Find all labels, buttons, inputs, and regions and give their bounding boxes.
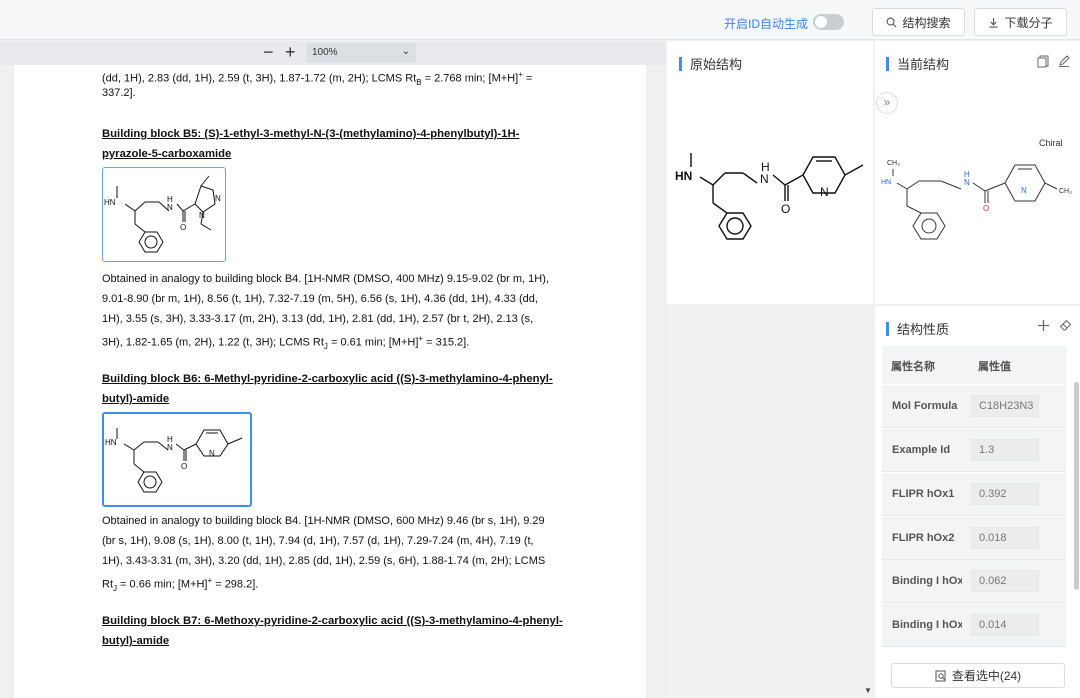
title-accent-bar (886, 56, 889, 71)
b6-heading-cont: butyl)-amide (102, 393, 170, 405)
auto-id-toggle[interactable] (813, 14, 844, 30)
current-structure-drawing[interactable]: CH₃ HN H N O N CH₃ (875, 151, 1080, 243)
zoom-select[interactable]: 100% ⌄ (306, 43, 416, 63)
properties-table-header: 属性名称 属性值 (882, 346, 1066, 384)
svg-text:O: O (181, 462, 187, 471)
table-row[interactable]: Example Id 1.3 (882, 429, 1066, 472)
view-selected-button[interactable]: 查看选中(24) (891, 663, 1065, 688)
svg-text:HN: HN (105, 438, 117, 447)
svg-text:CH₃: CH₃ (1059, 188, 1072, 195)
b5-para-line: 9.01-8.90 (br m, 1H), 8.56 (t, 1H), 7.32… (102, 293, 538, 305)
toggle-knob (815, 16, 827, 28)
zoom-toolbar: − + 100% ⌄ (0, 41, 666, 65)
eraser-icon[interactable] (1059, 319, 1072, 332)
chiral-label: Chiral (1039, 138, 1063, 148)
original-structure-drawing[interactable]: HN H N O N (673, 133, 873, 245)
scroll-down-icon[interactable]: ▼ (864, 686, 872, 695)
b6-para-line: (br s, 1H), 9.08 (s, 1H), 8.00 (t, 1H), … (102, 535, 534, 547)
view-selected-label: 查看选中(24) (951, 669, 1022, 683)
property-name: FLIPR hOx2 (892, 532, 955, 544)
current-structure-panel: 当前结构 Chiral CH₃ HN H N O N CH₃ (875, 41, 1080, 304)
col-value-header: 属性值 (978, 361, 1011, 373)
svg-text:N: N (820, 185, 829, 199)
current-structure-title: 当前结构 (886, 54, 949, 73)
b7-heading-cont: butyl)-amide (102, 635, 170, 647)
svg-text:N: N (760, 172, 769, 186)
top-toolbar: 开启ID自动生成 结构搜索 下载分子 (0, 0, 1080, 40)
b7-heading: Building block B7: 6-Methoxy-pyridine-2-… (102, 615, 563, 627)
svg-text:CH₃: CH₃ (887, 160, 900, 167)
add-icon[interactable] (1037, 319, 1050, 332)
svg-text:O: O (781, 202, 790, 216)
b5-molecule-drawing: HN H N O N N (104, 175, 221, 253)
edit-icon[interactable] (1058, 55, 1070, 67)
double-chevron-right-icon: » (883, 95, 891, 109)
svg-text:N: N (199, 211, 205, 220)
properties-title: 结构性质 (886, 319, 949, 338)
original-structure-title: 原始结构 (679, 54, 742, 73)
properties-scrollbar[interactable] (1074, 382, 1079, 590)
svg-text:HN: HN (881, 179, 891, 186)
zoom-value: 100% (312, 47, 338, 58)
property-value[interactable]: C18H23N3 (971, 395, 1039, 417)
svg-text:HN: HN (104, 198, 116, 207)
b6-molecule-drawing: HN H N O N (105, 428, 243, 493)
svg-text:HN: HN (675, 169, 692, 183)
svg-text:N: N (167, 443, 173, 452)
svg-text:O: O (180, 223, 186, 232)
svg-text:N: N (964, 178, 970, 187)
b6-para-line: Obtained in analogy to building block B4… (102, 515, 545, 527)
svg-text:O: O (983, 204, 989, 213)
structure-search-button[interactable]: 结构搜索 (872, 8, 965, 36)
download-label: 下载分子 (1004, 15, 1053, 30)
property-name: Mol Formula (892, 400, 958, 412)
download-molecule-button[interactable]: 下载分子 (974, 8, 1067, 36)
title-accent-bar (679, 56, 682, 71)
property-name: FLIPR hOx1 (892, 488, 955, 500)
zoom-out-button[interactable]: − (263, 42, 274, 62)
pdf-viewer[interactable]: − + 100% ⌄ (dd, 1H), 2.83 (dd, 1H), 2.59… (0, 41, 666, 698)
text-line: 337.2]. (102, 87, 136, 99)
property-value[interactable]: 0.062 (971, 570, 1039, 592)
property-name: Example Id (892, 444, 951, 456)
b6-para-line: RtJ = 0.66 min; [M+H]+ = 298.2]. (102, 576, 259, 593)
table-row[interactable]: FLIPR hOx1 0.392 (882, 473, 1066, 516)
zoom-in-button[interactable]: + (285, 42, 296, 62)
pdf-page: (dd, 1H), 2.83 (dd, 1H), 2.59 (t, 3H), 1… (14, 65, 646, 698)
b6-heading: Building block B6: 6-Methyl-pyridine-2-c… (102, 373, 553, 385)
title-accent-bar (886, 321, 889, 336)
svg-text:N: N (209, 449, 215, 458)
table-row[interactable]: Mol Formula C18H23N3 (882, 385, 1066, 428)
copy-icon[interactable] (1037, 55, 1050, 68)
property-value[interactable]: 0.014 (971, 614, 1039, 636)
svg-text:N: N (167, 203, 173, 212)
b5-para-line: Obtained in analogy to building block B4… (102, 273, 549, 285)
search-icon (887, 17, 897, 27)
b5-heading-cont: pyrazole-5-carboxamide (102, 148, 232, 160)
col-name-header: 属性名称 (891, 361, 935, 373)
property-name: Binding I hOx1 (892, 575, 962, 587)
structure-search-label: 结构搜索 (902, 15, 951, 30)
property-value[interactable]: 1.3 (971, 439, 1039, 461)
table-row[interactable]: Binding I hOx2 0.014 (882, 604, 1066, 647)
table-row[interactable]: FLIPR hOx2 0.018 (882, 517, 1066, 560)
svg-text:N: N (215, 194, 221, 203)
auto-id-label: 开启ID自动生成 (724, 17, 809, 31)
b5-para-line: 1H), 3.55 (s, 3H), 3.33-3.17 (m, 2H), 3.… (102, 313, 534, 325)
b6-para-line: 1H), 3.43-3.31 (m, 3H), 3.20 (dd, 1H), 2… (102, 555, 546, 567)
chevron-down-icon: ⌄ (401, 46, 410, 57)
property-value[interactable]: 0.392 (971, 483, 1039, 505)
property-value[interactable]: 0.018 (971, 527, 1039, 549)
svg-text:N: N (1021, 186, 1027, 195)
b5-heading: Building block B5: (S)-1-ethyl-3-methyl-… (102, 128, 520, 140)
b5-para-line: 3H), 1.82-1.65 (m, 2H), 1.22 (t, 3H); LC… (102, 334, 470, 351)
property-name: Binding I hOx2 (892, 619, 962, 631)
search-doc-icon (935, 670, 946, 681)
b6-structure-image-selected[interactable]: HN H N O N (102, 412, 252, 507)
expand-panel-button[interactable]: » (876, 92, 898, 114)
download-icon (989, 17, 999, 28)
b5-structure-image[interactable]: HN H N O N N (102, 167, 226, 262)
original-structure-panel: 原始结构 HN H N O N (667, 41, 873, 304)
table-row[interactable]: Binding I hOx1 0.062 (882, 560, 1066, 603)
